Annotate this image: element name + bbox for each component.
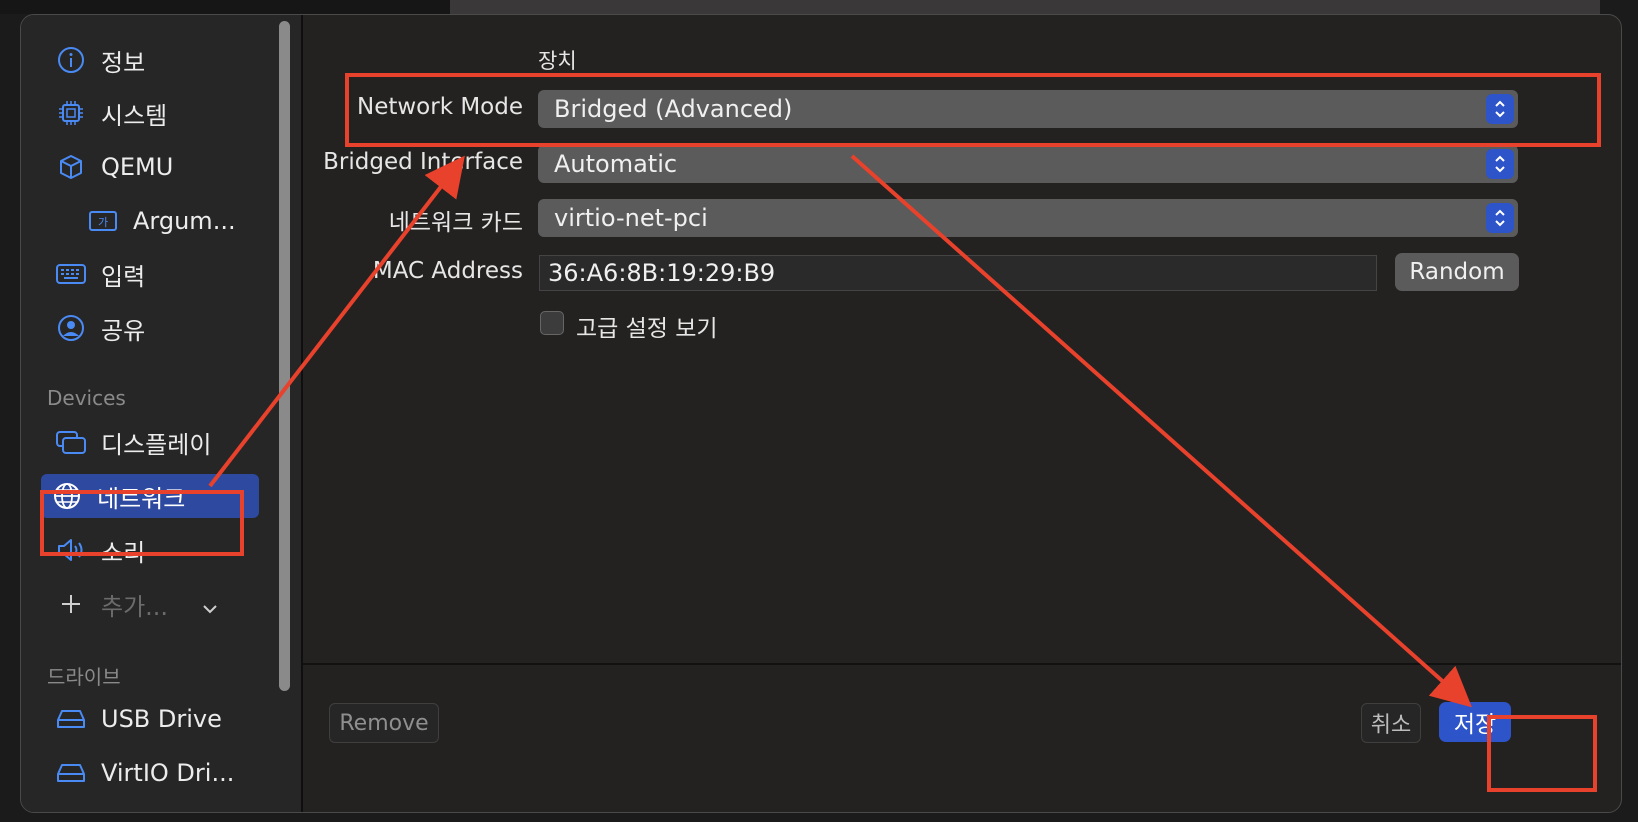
sidebar-add-device[interactable]: 추가... [45, 582, 265, 626]
sidebar-item-usb-drive[interactable]: USB Drive [45, 697, 265, 741]
network-mode-value: Bridged (Advanced) [554, 95, 793, 123]
sidebar-item-network[interactable]: 네트워크 [41, 474, 259, 518]
network-card-label: 네트워크 카드 [388, 210, 523, 236]
globe-icon [51, 480, 83, 512]
network-mode-select[interactable]: Bridged (Advanced) [538, 90, 1518, 128]
remove-button[interactable]: Remove [329, 703, 439, 743]
sidebar-scrollbar[interactable] [279, 21, 290, 691]
sidebar-item-label: 공유 [101, 316, 146, 345]
speaker-icon [55, 534, 87, 566]
network-card-value: virtio-net-pci [554, 204, 708, 232]
sidebar-add-label: 추가... [101, 592, 169, 621]
advanced-settings-checkbox[interactable] [540, 311, 564, 335]
svg-text:가: 가 [98, 216, 108, 229]
sidebar-item-input[interactable]: 입력 [45, 252, 265, 296]
drive-icon [55, 703, 87, 735]
updown-chevron-icon [1486, 203, 1514, 233]
save-button[interactable]: 저장 [1439, 702, 1511, 742]
sidebar-section-drives: 드라이브 [47, 665, 121, 689]
bridged-interface-label: Bridged Interface [323, 149, 523, 175]
bridged-interface-select[interactable]: Automatic [538, 145, 1518, 183]
advanced-settings-label: 고급 설정 보기 [576, 316, 718, 342]
updown-chevron-icon [1486, 94, 1514, 124]
sidebar-section-devices: Devices [47, 386, 126, 410]
sidebar-item-system[interactable]: 시스템 [45, 91, 265, 135]
sidebar-item-label: 입력 [101, 262, 146, 291]
sidebar-item-info[interactable]: 정보 [45, 38, 265, 82]
display-icon [55, 426, 87, 458]
sidebar-item-label: 디스플레이 [101, 430, 212, 459]
cancel-button[interactable]: 취소 [1361, 703, 1421, 743]
mac-address-label: MAC Address [372, 258, 523, 284]
mac-address-field[interactable]: 36:A6:8B:19:29:B9 [539, 255, 1377, 291]
sidebar-item-arguments[interactable]: 가 Argum... [77, 199, 297, 243]
background-window-edge [450, 0, 1600, 14]
chevron-down-icon[interactable] [201, 594, 219, 622]
settings-window: 정보 시스템 QEMU 가 Argum... 입력 공유 Devices 디스플… [20, 14, 1622, 813]
sidebar-item-qemu[interactable]: QEMU [45, 145, 265, 189]
sidebar-item-label: 소리 [101, 538, 146, 567]
sidebar-item-label: 시스템 [101, 101, 168, 130]
drive-icon [55, 757, 87, 789]
info-icon [55, 44, 87, 76]
updown-chevron-icon [1486, 149, 1514, 179]
sidebar-item-label: USB Drive [101, 705, 222, 733]
network-settings-panel: 장치 Network Mode Bridged (Advanced) Bridg… [303, 15, 1621, 812]
bridged-interface-value: Automatic [554, 150, 678, 178]
cube-icon [55, 151, 87, 183]
person-circle-icon [55, 312, 87, 344]
sidebar-item-label: 네트워크 [97, 484, 186, 513]
keyboard-icon [55, 258, 87, 290]
sidebar-item-label: 정보 [101, 48, 146, 77]
background-desktop [0, 0, 450, 14]
footer-divider [303, 663, 1621, 665]
section-title: 장치 [538, 49, 577, 73]
sidebar-item-sharing[interactable]: 공유 [45, 306, 265, 350]
sidebar-item-label: VirtIO Dri... [101, 759, 235, 787]
sidebar-item-label: Argum... [133, 207, 236, 235]
sidebar-item-sound[interactable]: 소리 [45, 528, 265, 572]
cpu-chip-icon [55, 97, 87, 129]
sidebar: 정보 시스템 QEMU 가 Argum... 입력 공유 Devices 디스플… [21, 15, 301, 812]
sidebar-item-virtio-drive[interactable]: VirtIO Dri... [45, 751, 265, 795]
sidebar-item-label: QEMU [101, 153, 174, 181]
sidebar-item-display[interactable]: 디스플레이 [45, 420, 265, 464]
random-mac-button[interactable]: Random [1395, 253, 1519, 291]
network-card-select[interactable]: virtio-net-pci [538, 199, 1518, 237]
network-mode-label: Network Mode [356, 94, 523, 120]
text-format-icon: 가 [87, 205, 119, 237]
plus-icon [55, 588, 87, 620]
